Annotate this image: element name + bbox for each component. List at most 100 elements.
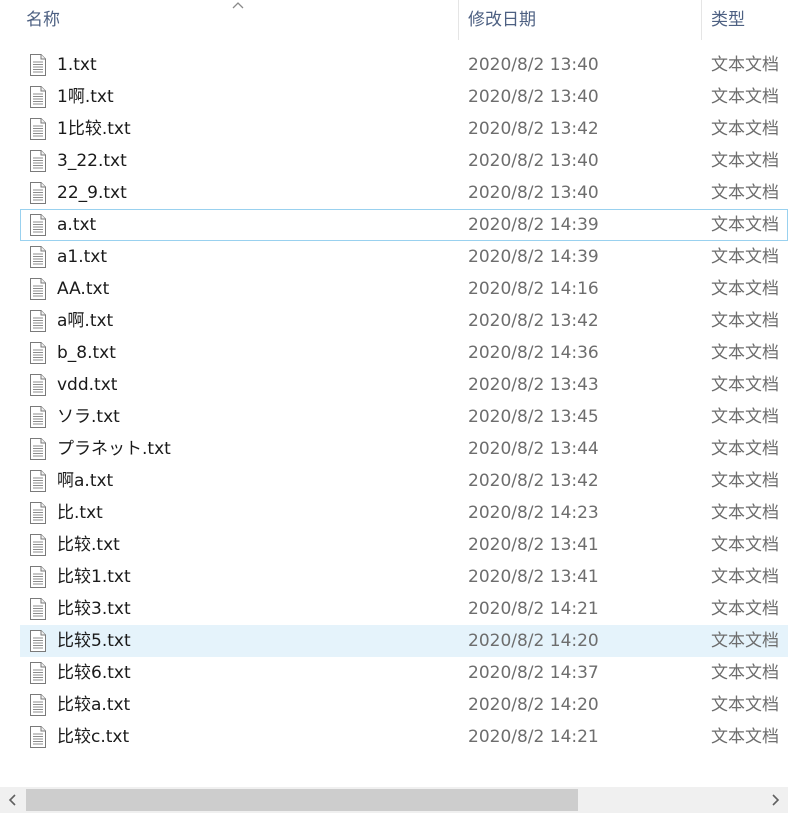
file-type: 文本文档 bbox=[711, 279, 779, 299]
file-row[interactable]: 比较6.txt 2020/8/2 14:37 文本文档 bbox=[0, 657, 788, 689]
text-file-icon bbox=[29, 118, 47, 140]
file-name: a啊.txt bbox=[57, 311, 114, 331]
file-list: 1.txt 2020/8/2 13:40 文本文档 1啊.txt 2020/8/2 13… bbox=[0, 49, 788, 753]
file-row[interactable]: 22_9.txt 2020/8/2 13:40 文本文档 bbox=[0, 177, 788, 209]
file-name: ソラ.txt bbox=[57, 407, 120, 427]
text-file-icon bbox=[29, 342, 47, 364]
row-highlight bbox=[20, 401, 788, 433]
file-row[interactable]: 1比较.txt 2020/8/2 13:42 文本文档 bbox=[0, 113, 788, 145]
file-name: 3_22.txt bbox=[57, 151, 127, 171]
file-row[interactable]: 比较c.txt 2020/8/2 14:21 文本文档 bbox=[0, 721, 788, 753]
row-highlight bbox=[20, 497, 788, 529]
file-row[interactable]: a.txt 2020/8/2 14:39 文本文档 bbox=[0, 209, 788, 241]
chevron-right-icon[interactable] bbox=[762, 787, 788, 813]
file-row[interactable]: vdd.txt 2020/8/2 13:43 文本文档 bbox=[0, 369, 788, 401]
file-name: 比较3.txt bbox=[57, 599, 131, 619]
file-type: 文本文档 bbox=[711, 151, 779, 171]
file-type: 文本文档 bbox=[711, 215, 779, 235]
file-row[interactable]: 3_22.txt 2020/8/2 13:40 文本文档 bbox=[0, 145, 788, 177]
file-row[interactable]: 比.txt 2020/8/2 14:23 文本文档 bbox=[0, 497, 788, 529]
row-highlight bbox=[20, 177, 788, 209]
file-type: 文本文档 bbox=[711, 119, 779, 139]
chevron-left-icon[interactable] bbox=[0, 787, 26, 813]
file-type: 文本文档 bbox=[711, 375, 779, 395]
file-modified-date: 2020/8/2 14:23 bbox=[468, 503, 599, 523]
text-file-icon bbox=[29, 374, 47, 396]
file-name: プラネット.txt bbox=[57, 439, 171, 459]
file-row[interactable]: 比较a.txt 2020/8/2 14:20 文本文档 bbox=[0, 689, 788, 721]
file-name: a1.txt bbox=[57, 247, 108, 267]
file-name: 啊a.txt bbox=[57, 471, 114, 491]
file-modified-date: 2020/8/2 14:20 bbox=[468, 695, 599, 715]
file-row[interactable]: a1.txt 2020/8/2 14:39 文本文档 bbox=[0, 241, 788, 273]
file-name: 比.txt bbox=[57, 503, 103, 523]
file-row[interactable]: 1啊.txt 2020/8/2 13:40 文本文档 bbox=[0, 81, 788, 113]
file-row[interactable]: ソラ.txt 2020/8/2 13:45 文本文档 bbox=[0, 401, 788, 433]
text-file-icon bbox=[29, 726, 47, 748]
file-modified-date: 2020/8/2 13:42 bbox=[468, 471, 599, 491]
row-highlight bbox=[20, 305, 788, 337]
file-modified-date: 2020/8/2 13:43 bbox=[468, 375, 599, 395]
file-modified-date: 2020/8/2 13:40 bbox=[468, 87, 599, 107]
file-row[interactable]: 比较3.txt 2020/8/2 14:21 文本文档 bbox=[0, 593, 788, 625]
file-type: 文本文档 bbox=[711, 631, 779, 651]
file-modified-date: 2020/8/2 14:21 bbox=[468, 727, 599, 747]
file-type: 文本文档 bbox=[711, 695, 779, 715]
row-highlight bbox=[20, 721, 788, 753]
file-type: 文本文档 bbox=[711, 247, 779, 267]
text-file-icon bbox=[29, 182, 47, 204]
file-modified-date: 2020/8/2 13:40 bbox=[468, 183, 599, 203]
file-name: 比较6.txt bbox=[57, 663, 131, 683]
file-name: 比较5.txt bbox=[57, 631, 131, 651]
file-type: 文本文档 bbox=[711, 439, 779, 459]
column-divider[interactable] bbox=[701, 0, 702, 40]
file-row[interactable]: AA.txt 2020/8/2 14:16 文本文档 bbox=[0, 273, 788, 305]
file-name: 比较.txt bbox=[57, 535, 120, 555]
file-row[interactable]: プラネット.txt 2020/8/2 13:44 文本文档 bbox=[0, 433, 788, 465]
file-modified-date: 2020/8/2 13:45 bbox=[468, 407, 599, 427]
file-name: 1.txt bbox=[57, 55, 97, 75]
file-type: 文本文档 bbox=[711, 343, 779, 363]
file-row[interactable]: 比较1.txt 2020/8/2 13:41 文本文档 bbox=[0, 561, 788, 593]
file-row[interactable]: a啊.txt 2020/8/2 13:42 文本文档 bbox=[0, 305, 788, 337]
file-name: a.txt bbox=[57, 215, 97, 235]
column-header-type[interactable]: 类型 bbox=[711, 0, 745, 40]
file-type: 文本文档 bbox=[711, 471, 779, 491]
file-type: 文本文档 bbox=[711, 535, 779, 555]
file-row[interactable]: 1.txt 2020/8/2 13:40 文本文档 bbox=[0, 49, 788, 81]
file-row[interactable]: 比较5.txt 2020/8/2 14:20 文本文档 bbox=[0, 625, 788, 657]
file-row[interactable]: 比较.txt 2020/8/2 13:41 文本文档 bbox=[0, 529, 788, 561]
text-file-icon bbox=[29, 438, 47, 460]
text-file-icon bbox=[29, 278, 47, 300]
file-modified-date: 2020/8/2 13:44 bbox=[468, 439, 599, 459]
text-file-icon bbox=[29, 310, 47, 332]
row-highlight bbox=[20, 561, 788, 593]
file-modified-date: 2020/8/2 14:39 bbox=[468, 215, 599, 235]
file-modified-date: 2020/8/2 14:39 bbox=[468, 247, 599, 267]
row-highlight bbox=[20, 81, 788, 113]
horizontal-scrollbar[interactable] bbox=[0, 787, 788, 813]
column-divider[interactable] bbox=[458, 0, 459, 40]
file-modified-date: 2020/8/2 14:20 bbox=[468, 631, 599, 651]
text-file-icon bbox=[29, 630, 47, 652]
file-type: 文本文档 bbox=[711, 87, 779, 107]
text-file-icon bbox=[29, 502, 47, 524]
scrollbar-thumb[interactable] bbox=[26, 789, 578, 811]
row-highlight bbox=[20, 49, 788, 81]
text-file-icon bbox=[29, 406, 47, 428]
file-name: 1啊.txt bbox=[57, 87, 114, 107]
row-highlight bbox=[20, 369, 788, 401]
file-modified-date: 2020/8/2 13:42 bbox=[468, 119, 599, 139]
file-name: 比较a.txt bbox=[57, 695, 131, 715]
column-header-date[interactable]: 修改日期 bbox=[468, 0, 536, 40]
file-modified-date: 2020/8/2 13:42 bbox=[468, 311, 599, 331]
row-highlight bbox=[20, 273, 788, 305]
file-type: 文本文档 bbox=[711, 311, 779, 331]
file-modified-date: 2020/8/2 14:16 bbox=[468, 279, 599, 299]
column-header-name[interactable]: 名称 bbox=[26, 0, 60, 40]
row-highlight bbox=[20, 465, 788, 497]
file-type: 文本文档 bbox=[711, 567, 779, 587]
file-row[interactable]: b_8.txt 2020/8/2 14:36 文本文档 bbox=[0, 337, 788, 369]
file-row[interactable]: 啊a.txt 2020/8/2 13:42 文本文档 bbox=[0, 465, 788, 497]
row-highlight bbox=[20, 113, 788, 145]
